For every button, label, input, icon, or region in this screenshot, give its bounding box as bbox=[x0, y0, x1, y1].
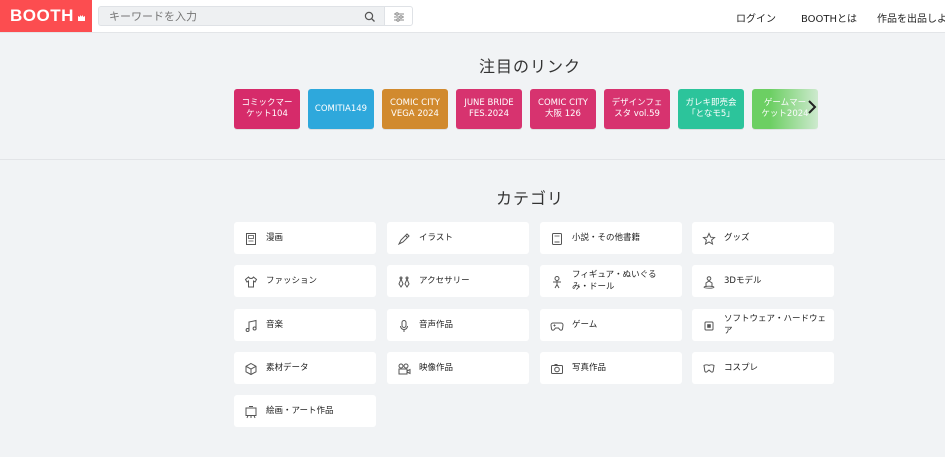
about-booth-link[interactable]: BOOTHとは bbox=[801, 10, 857, 25]
category-label: 音楽 bbox=[266, 320, 284, 330]
featured-link-comiket[interactable]: コミックマー ケット104 bbox=[234, 89, 300, 129]
book-icon bbox=[550, 231, 564, 245]
category-title: カテゴリ bbox=[495, 189, 564, 208]
category-3d-model[interactable]: 3Dモデル bbox=[692, 265, 834, 297]
category-label: 絵画・アート作品 bbox=[266, 406, 334, 416]
featured-link-text: COMITIA149 bbox=[314, 103, 368, 114]
category-software-hardware[interactable]: ソフトウェア・ハードウェア bbox=[692, 309, 834, 341]
featured-link-text: ケット104 bbox=[246, 109, 288, 119]
category-label: 写真作品 bbox=[572, 363, 607, 373]
category-label: アクセサリー bbox=[419, 276, 470, 286]
booth-logo[interactable]: BOOTH bbox=[0, 0, 92, 32]
featured-link-comitia[interactable]: COMITIA149 bbox=[308, 89, 374, 129]
featured-title: 注目のリンク bbox=[478, 57, 581, 76]
camera-icon bbox=[550, 361, 564, 375]
shirt-icon bbox=[244, 274, 258, 288]
chip-icon bbox=[702, 318, 716, 332]
category-label: イラスト bbox=[419, 233, 453, 243]
login-link[interactable]: ログイン bbox=[736, 10, 776, 25]
carousel-next-button[interactable] bbox=[804, 100, 820, 118]
cube-icon bbox=[244, 361, 258, 376]
easel-icon bbox=[244, 404, 258, 419]
featured-link-text: ガレキ即売会 bbox=[685, 98, 737, 108]
cosplay-icon bbox=[702, 361, 716, 375]
category-label: ソフトウェア・ハードウェア bbox=[724, 314, 827, 336]
category-label: ゲーム bbox=[572, 320, 598, 330]
filter-button[interactable] bbox=[384, 6, 413, 26]
category-label: 3Dモデル bbox=[724, 276, 762, 286]
section-divider bbox=[0, 159, 945, 160]
figure-icon bbox=[550, 274, 564, 289]
category-label: 音声作品 bbox=[419, 320, 454, 330]
featured-link-design-festa[interactable]: デザインフェ スタ vol.59 bbox=[604, 89, 670, 129]
pen-icon bbox=[397, 231, 411, 246]
category-label: コスプレ bbox=[724, 363, 759, 373]
category-label: 小説・その他書籍 bbox=[572, 233, 641, 243]
featured-link-text: コミックマー bbox=[241, 98, 293, 108]
gamepad-icon bbox=[550, 318, 564, 332]
mic-icon bbox=[397, 318, 411, 332]
featured-link-text: JUNE BRIDE bbox=[464, 98, 514, 108]
category-voice[interactable]: 音声作品 bbox=[387, 309, 529, 341]
category-fashion[interactable]: ファッション bbox=[234, 265, 376, 297]
category-illust[interactable]: イラスト bbox=[387, 222, 529, 254]
search-icon[interactable] bbox=[363, 9, 377, 23]
featured-link-text: 大阪 126 bbox=[545, 109, 581, 119]
model-icon bbox=[702, 274, 716, 289]
category-novel[interactable]: 小説・その他書籍 bbox=[540, 222, 682, 254]
category-label: 素材データ bbox=[266, 363, 309, 373]
featured-link-text: VEGA 2024 bbox=[391, 109, 439, 119]
category-material-data[interactable]: 素材データ bbox=[234, 352, 376, 384]
featured-link-comic-city-osaka[interactable]: COMIC CITY 大阪 126 bbox=[530, 89, 596, 129]
category-label: ファッション bbox=[266, 276, 318, 286]
logo-mark-icon bbox=[77, 13, 86, 24]
earring-icon bbox=[397, 274, 411, 288]
category-label: グッズ bbox=[724, 233, 750, 243]
start-selling-link[interactable]: 作品を出品しよう bbox=[877, 10, 945, 25]
category-art[interactable]: 絵画・アート作品 bbox=[234, 395, 376, 427]
category-label: フィギュア・ぬいぐるみ・ドール bbox=[572, 270, 657, 292]
featured-link-tonamo[interactable]: ガレキ即売会 「となモ5」 bbox=[678, 89, 744, 129]
search-input[interactable] bbox=[98, 6, 384, 26]
filter-icon bbox=[393, 7, 405, 26]
category-video[interactable]: 映像作品 bbox=[387, 352, 529, 384]
featured-link-text: COMIC CITY bbox=[390, 98, 440, 108]
category-label: 映像作品 bbox=[419, 363, 454, 373]
category-goods[interactable]: グッズ bbox=[692, 222, 834, 254]
category-manga[interactable]: 漫画 bbox=[234, 222, 376, 254]
featured-link-text: 「となモ5」 bbox=[687, 109, 735, 119]
category-figure[interactable]: フィギュア・ぬいぐるみ・ドール bbox=[540, 265, 682, 297]
logo-text: BOOTH bbox=[10, 6, 74, 25]
category-music[interactable]: 音楽 bbox=[234, 309, 376, 341]
music-icon bbox=[244, 318, 258, 332]
manga-icon bbox=[244, 231, 258, 245]
featured-link-comic-city-vega[interactable]: COMIC CITY VEGA 2024 bbox=[382, 89, 448, 129]
category-accessory[interactable]: アクセサリー bbox=[387, 265, 529, 297]
featured-link-text: FES.2024 bbox=[468, 109, 509, 119]
featured-link-text: スタ vol.59 bbox=[614, 109, 660, 119]
category-cosplay[interactable]: コスプレ bbox=[692, 352, 834, 384]
featured-link-text: デザインフェ bbox=[611, 98, 663, 108]
category-game[interactable]: ゲーム bbox=[540, 309, 682, 341]
category-label: 漫画 bbox=[266, 233, 284, 243]
star-icon bbox=[702, 231, 716, 245]
featured-link-june-bride[interactable]: JUNE BRIDE FES.2024 bbox=[456, 89, 522, 129]
category-photo[interactable]: 写真作品 bbox=[540, 352, 682, 384]
top-header: BOOTH ログイン BOOTHとは 作品を出品しよう bbox=[0, 0, 945, 33]
chevron-right-icon bbox=[807, 99, 817, 119]
carousel-fade bbox=[770, 86, 832, 132]
video-icon bbox=[397, 361, 411, 375]
featured-link-text: COMIC CITY bbox=[538, 98, 588, 108]
